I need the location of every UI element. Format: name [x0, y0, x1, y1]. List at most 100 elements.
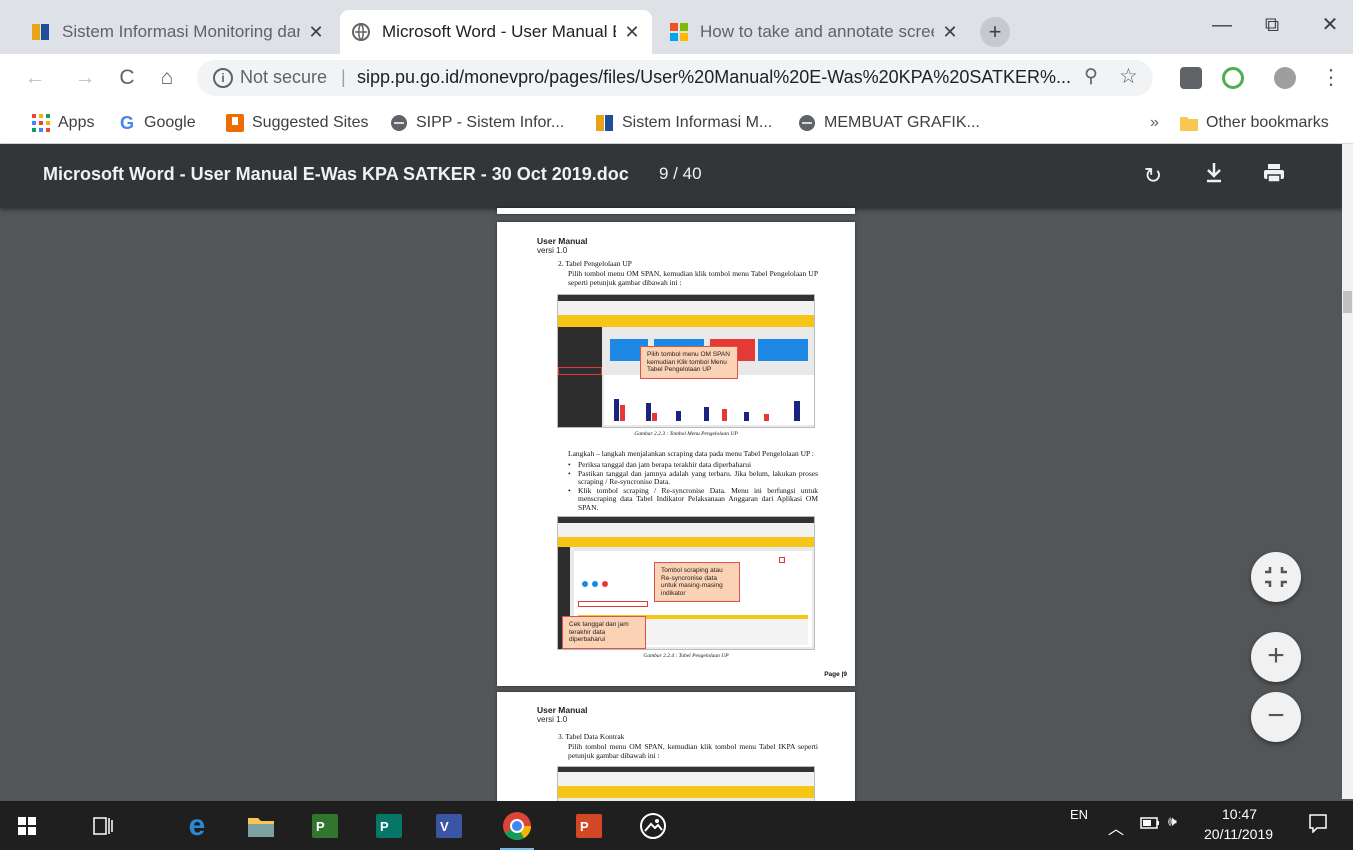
minimize-button[interactable]: — — [1202, 10, 1242, 40]
svg-text:P: P — [316, 819, 325, 834]
info-icon[interactable]: i — [213, 68, 233, 88]
bookmarks-overflow-button[interactable]: » — [1150, 111, 1159, 135]
print-icon[interactable] — [1258, 160, 1290, 192]
header-version: versi 1.0 — [537, 715, 568, 724]
svg-text:P: P — [380, 819, 389, 834]
page-header: User Manual versi 1.0 — [537, 706, 588, 725]
address-bar[interactable]: i Not secure | sipp.pu.go.id/monevpro/pa… — [197, 60, 1153, 96]
bookmark-sistem-informasi[interactable]: Sistem Informasi M... — [596, 111, 772, 135]
close-tab-icon[interactable]: ✕ — [622, 22, 642, 43]
zoom-out-button[interactable]: − — [1251, 692, 1301, 742]
chrome-icon[interactable] — [500, 809, 534, 850]
bookmark-suggested-sites[interactable]: Suggested Sites — [226, 111, 369, 135]
visio-icon[interactable]: V — [432, 809, 466, 843]
bookmark-label: Google — [144, 114, 196, 131]
close-window-button[interactable]: ✕ — [1310, 10, 1350, 40]
edge-icon[interactable]: e — [180, 809, 214, 843]
bullet-icon: • — [568, 468, 571, 478]
list-item: • Pastikan tanggal dan jamnya adalah yang… — [568, 468, 818, 487]
tab-sistem-informasi[interactable]: Sistem Informasi Monitoring dan ✕ — [20, 10, 336, 54]
figure-2-caption: Gambar 2.2.4 : Tabel Pengelolaan UP — [643, 653, 729, 659]
tab-microsoft-word-manual[interactable]: Microsoft Word - User Manual E- ✕ — [340, 10, 652, 54]
windows-start-icon[interactable] — [10, 809, 44, 843]
bookmark-label: Apps — [58, 114, 95, 131]
tab-title: Microsoft Word - User Manual E- — [382, 22, 616, 41]
volume-icon[interactable]: 🕪 — [1168, 813, 1177, 830]
pdf-toolbar: Microsoft Word - User Manual E-Was KPA S… — [0, 144, 1342, 208]
close-tab-icon[interactable]: ✕ — [306, 22, 326, 43]
fig-app-header — [558, 315, 814, 327]
fig-highlight-box — [558, 367, 602, 375]
url-text[interactable]: sipp.pu.go.id/monevpro/pages/files/User%… — [357, 67, 1071, 88]
bookmark-membuat-grafik[interactable]: MEMBUAT GRAFIK... — [798, 111, 980, 135]
scrollbar-thumb[interactable] — [1343, 291, 1352, 313]
bookmark-apps[interactable]: Apps — [32, 111, 94, 135]
section-title: 2. Tabel Pengelolaan UP — [558, 259, 632, 268]
bookmark-label: Other bookmarks — [1206, 114, 1329, 131]
bookmark-star-icon[interactable]: ☆ — [1119, 64, 1138, 89]
steps-intro: Langkah – langkah menjalankan scraping d… — [568, 449, 814, 458]
task-view-icon[interactable] — [86, 809, 120, 843]
project-icon[interactable]: P — [308, 809, 342, 843]
action-center-icon[interactable] — [1308, 813, 1328, 836]
powerpoint-icon[interactable]: P — [572, 809, 606, 843]
vertical-scrollbar[interactable] — [1342, 144, 1353, 799]
reload-button[interactable]: C — [114, 65, 140, 91]
clock-date[interactable]: 20/11/2019 — [1204, 826, 1273, 842]
svg-text:P: P — [580, 819, 589, 834]
other-bookmarks-folder[interactable]: Other bookmarks — [1180, 111, 1329, 135]
bookmark-google[interactable]: G Google — [118, 111, 196, 135]
pupr-logo-icon — [30, 21, 52, 43]
close-tab-icon[interactable]: ✕ — [940, 22, 960, 43]
chrome-menu-icon[interactable]: ⋮ — [1318, 65, 1344, 91]
back-button[interactable]: ← — [22, 65, 48, 91]
publisher-icon[interactable]: P — [372, 809, 406, 843]
zoom-icon[interactable]: ⚲ — [1084, 65, 1098, 88]
pdf-page-9: User Manual versi 1.0 2. Tabel Pengelola… — [497, 222, 855, 686]
svg-text:V: V — [440, 819, 449, 834]
bullet-icon: • — [568, 485, 571, 495]
pdf-title: Microsoft Word - User Manual E-Was KPA S… — [43, 164, 629, 184]
globe-icon — [390, 114, 408, 132]
avatar[interactable] — [1274, 67, 1296, 89]
header-version: versi 1.0 — [537, 246, 568, 255]
clock-time[interactable]: 10:47 — [1222, 806, 1257, 822]
bookmark-label: Sistem Informasi M... — [622, 114, 773, 131]
forward-button[interactable]: → — [72, 65, 98, 91]
extension-keep-icon[interactable] — [1180, 67, 1202, 89]
apps-grid-icon — [32, 114, 50, 132]
bookmark-label: Suggested Sites — [252, 114, 369, 131]
steps-list: • Periksa tanggal dan jam berapa terakhir… — [568, 460, 818, 513]
not-secure-label: Not secure — [240, 67, 328, 87]
bookmark-label: MEMBUAT GRAFIK... — [824, 114, 980, 131]
list-item: • Klik tombol scraping / Re-syncronise Da… — [568, 485, 818, 512]
google-g-icon: G — [119, 112, 134, 133]
extension-chrome-icon[interactable] — [1222, 67, 1244, 89]
tab-title: Sistem Informasi Monitoring dan — [62, 22, 300, 41]
bookmark-label: SIPP - Sistem Infor... — [416, 114, 565, 131]
windows-logo-icon — [668, 21, 690, 43]
tab-how-to-annotate[interactable]: How to take and annotate screen ✕ — [658, 10, 970, 54]
page-indicator: 9 / 40 — [659, 164, 702, 183]
header-title: User Manual — [537, 236, 588, 246]
restore-button[interactable]: ⧉ — [1252, 10, 1292, 40]
browser-window: Sistem Informasi Monitoring dan ✕ Micros… — [0, 0, 1353, 850]
home-button[interactable]: ⌂ — [154, 65, 180, 91]
file-explorer-icon[interactable] — [244, 809, 278, 843]
browser-toolbar: ← → C ⌂ i Not secure | sipp.pu.go.id/mon… — [0, 54, 1353, 102]
photos-icon[interactable] — [636, 809, 670, 843]
fit-page-button[interactable] — [1251, 552, 1301, 602]
callout-last-updated: Cek tanggal dan jam terakhir data diperb… — [562, 616, 646, 649]
rotate-icon[interactable]: ↻ — [1137, 160, 1169, 192]
callout-scraping-button: Tombol scraping atau Re-syncronise data … — [654, 562, 740, 602]
bookmark-sipp[interactable]: SIPP - Sistem Infor... — [390, 111, 564, 135]
screenshot-figure-3 — [557, 766, 815, 802]
show-hidden-icons-icon[interactable]: ︿ — [1108, 815, 1124, 839]
new-tab-button[interactable]: + — [980, 17, 1010, 47]
download-icon[interactable] — [1198, 160, 1230, 192]
section-intro: Pilih tombol menu OM SPAN, kemudian klik… — [568, 742, 818, 760]
zoom-in-button[interactable]: + — [1251, 632, 1301, 682]
input-language[interactable]: EN — [1070, 807, 1088, 822]
suggested-sites-icon — [226, 114, 244, 132]
battery-icon[interactable] — [1140, 816, 1160, 832]
